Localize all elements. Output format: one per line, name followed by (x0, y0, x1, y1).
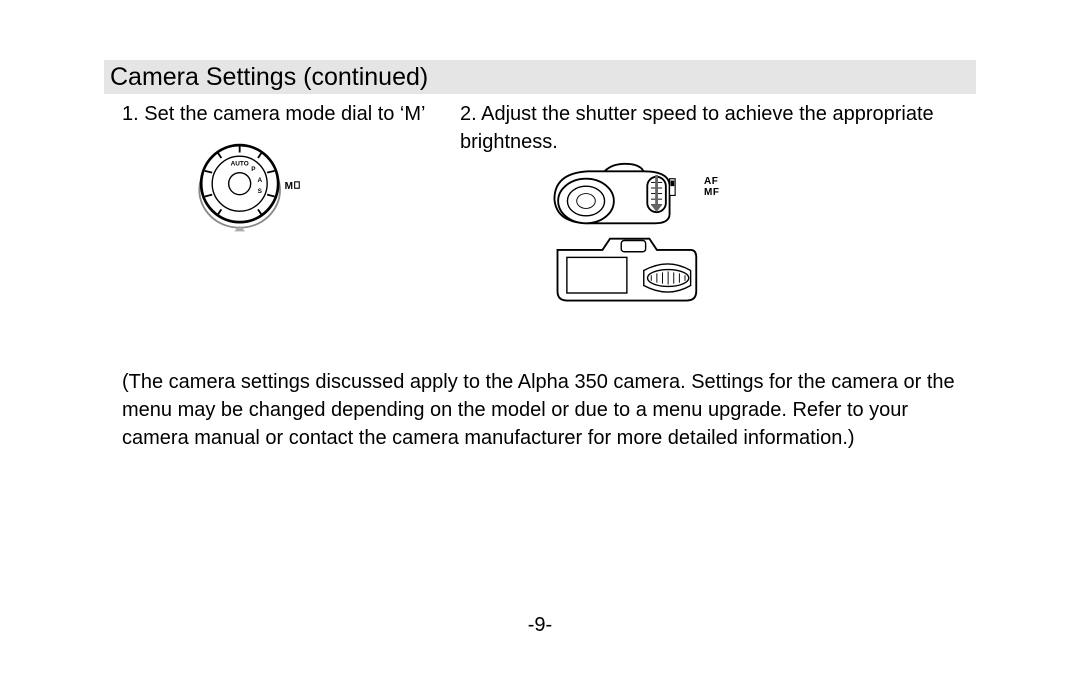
step-1-text: 1. Set the camera mode dial to ‘M’ (122, 100, 442, 128)
settings-note: (The camera settings discussed apply to … (122, 368, 972, 452)
svg-text:M: M (285, 181, 293, 192)
camera-dial-figure-top: AF MF (550, 162, 976, 227)
camera-front-dial-icon (550, 162, 700, 227)
mode-dial-figure: AUTO P A S M (192, 138, 442, 241)
af-label: AF (704, 176, 719, 187)
svg-text:S: S (258, 188, 263, 195)
manual-page: Camera Settings (continued) 1. Set the c… (0, 0, 1080, 687)
step-2-text: 2. Adjust the shutter speed to achieve t… (460, 100, 976, 156)
page-number: -9- (0, 614, 1080, 637)
af-mf-label: AF MF (704, 176, 719, 198)
steps-row: 1. Set the camera mode dial to ‘M’ (122, 100, 976, 308)
mode-dial-icon: AUTO P A S M (192, 138, 302, 233)
mf-label: MF (704, 187, 719, 198)
section-heading: Camera Settings (continued) (104, 60, 976, 94)
svg-text:P: P (251, 166, 256, 173)
svg-text:A: A (258, 177, 263, 184)
step-2: 2. Adjust the shutter speed to achieve t… (460, 100, 976, 308)
camera-figures: AF MF (550, 162, 976, 308)
svg-text:AUTO: AUTO (231, 160, 249, 167)
step-1: 1. Set the camera mode dial to ‘M’ (122, 100, 442, 308)
camera-rear-dial-icon (550, 233, 700, 308)
